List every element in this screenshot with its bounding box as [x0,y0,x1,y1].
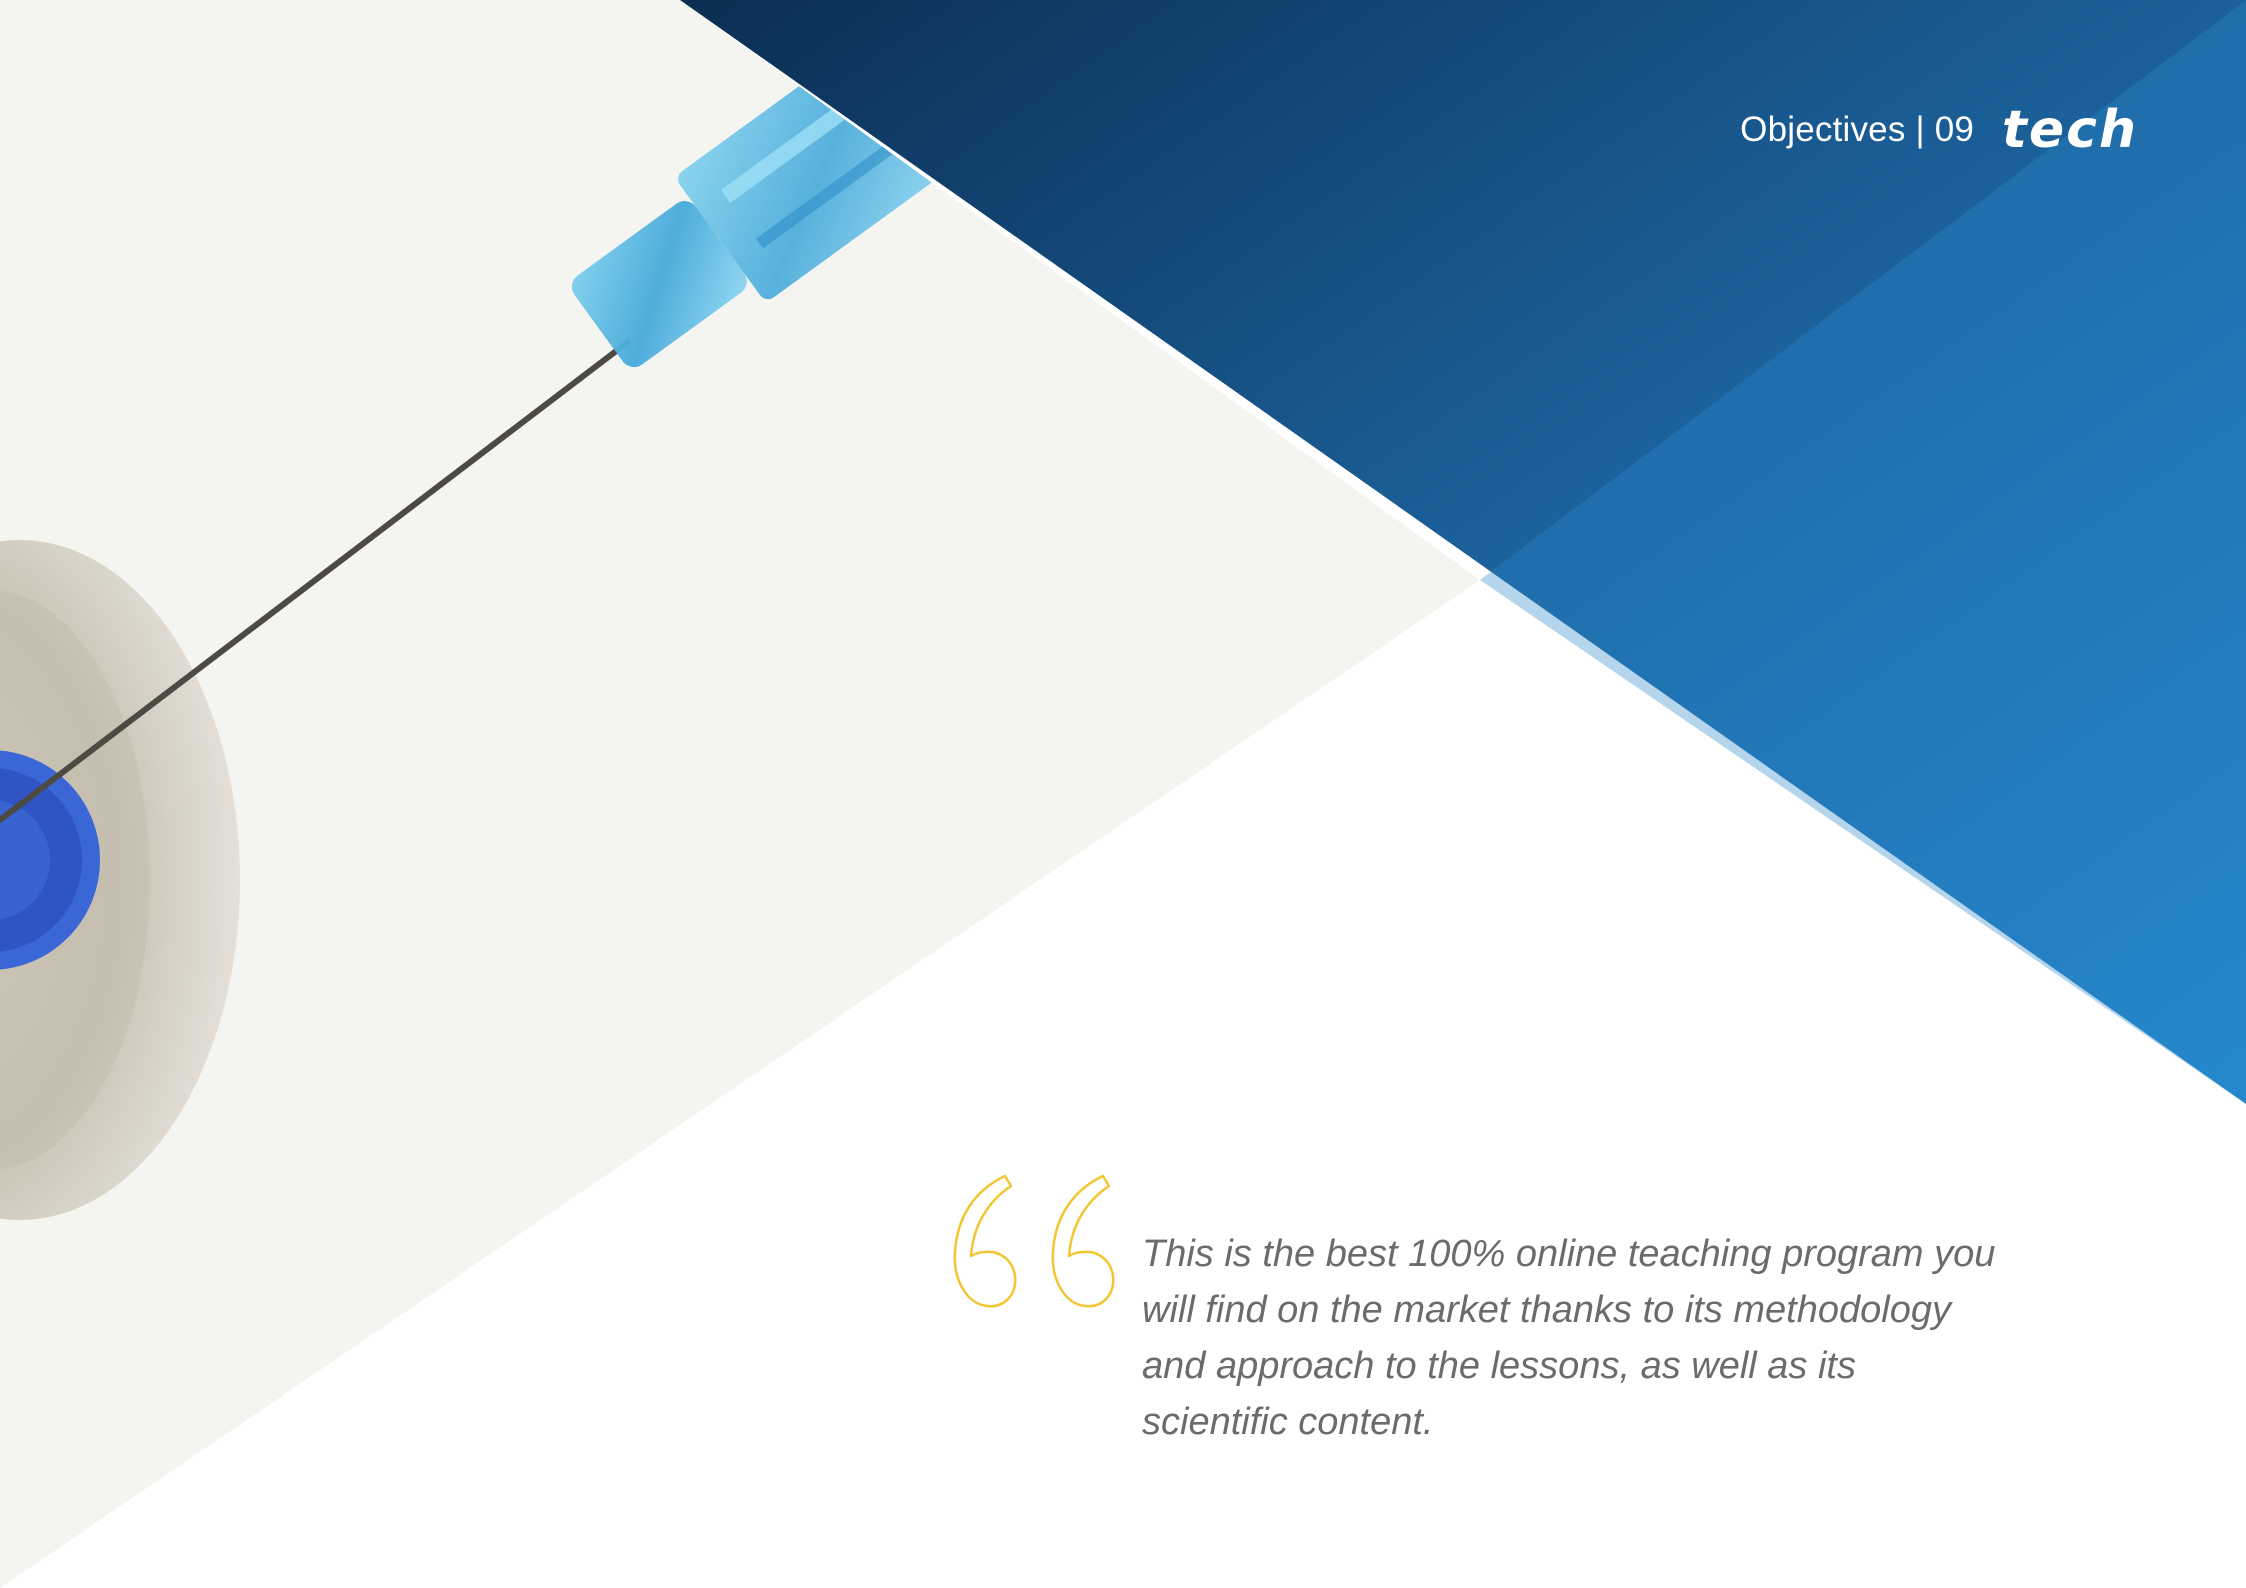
brand-logo: tech [2002,104,2138,156]
page: Objectives | 09 tech This is the best 10… [0,0,2246,1588]
quote-text: This is the best 100% online teaching pr… [1142,1233,1996,1443]
section-label: Objectives | 09 [1740,110,1975,149]
brand-logo-text: tech [2002,100,2138,160]
quote-mark-icon [935,1172,1115,1317]
page-header: Objectives | 09 tech [1740,104,2138,156]
